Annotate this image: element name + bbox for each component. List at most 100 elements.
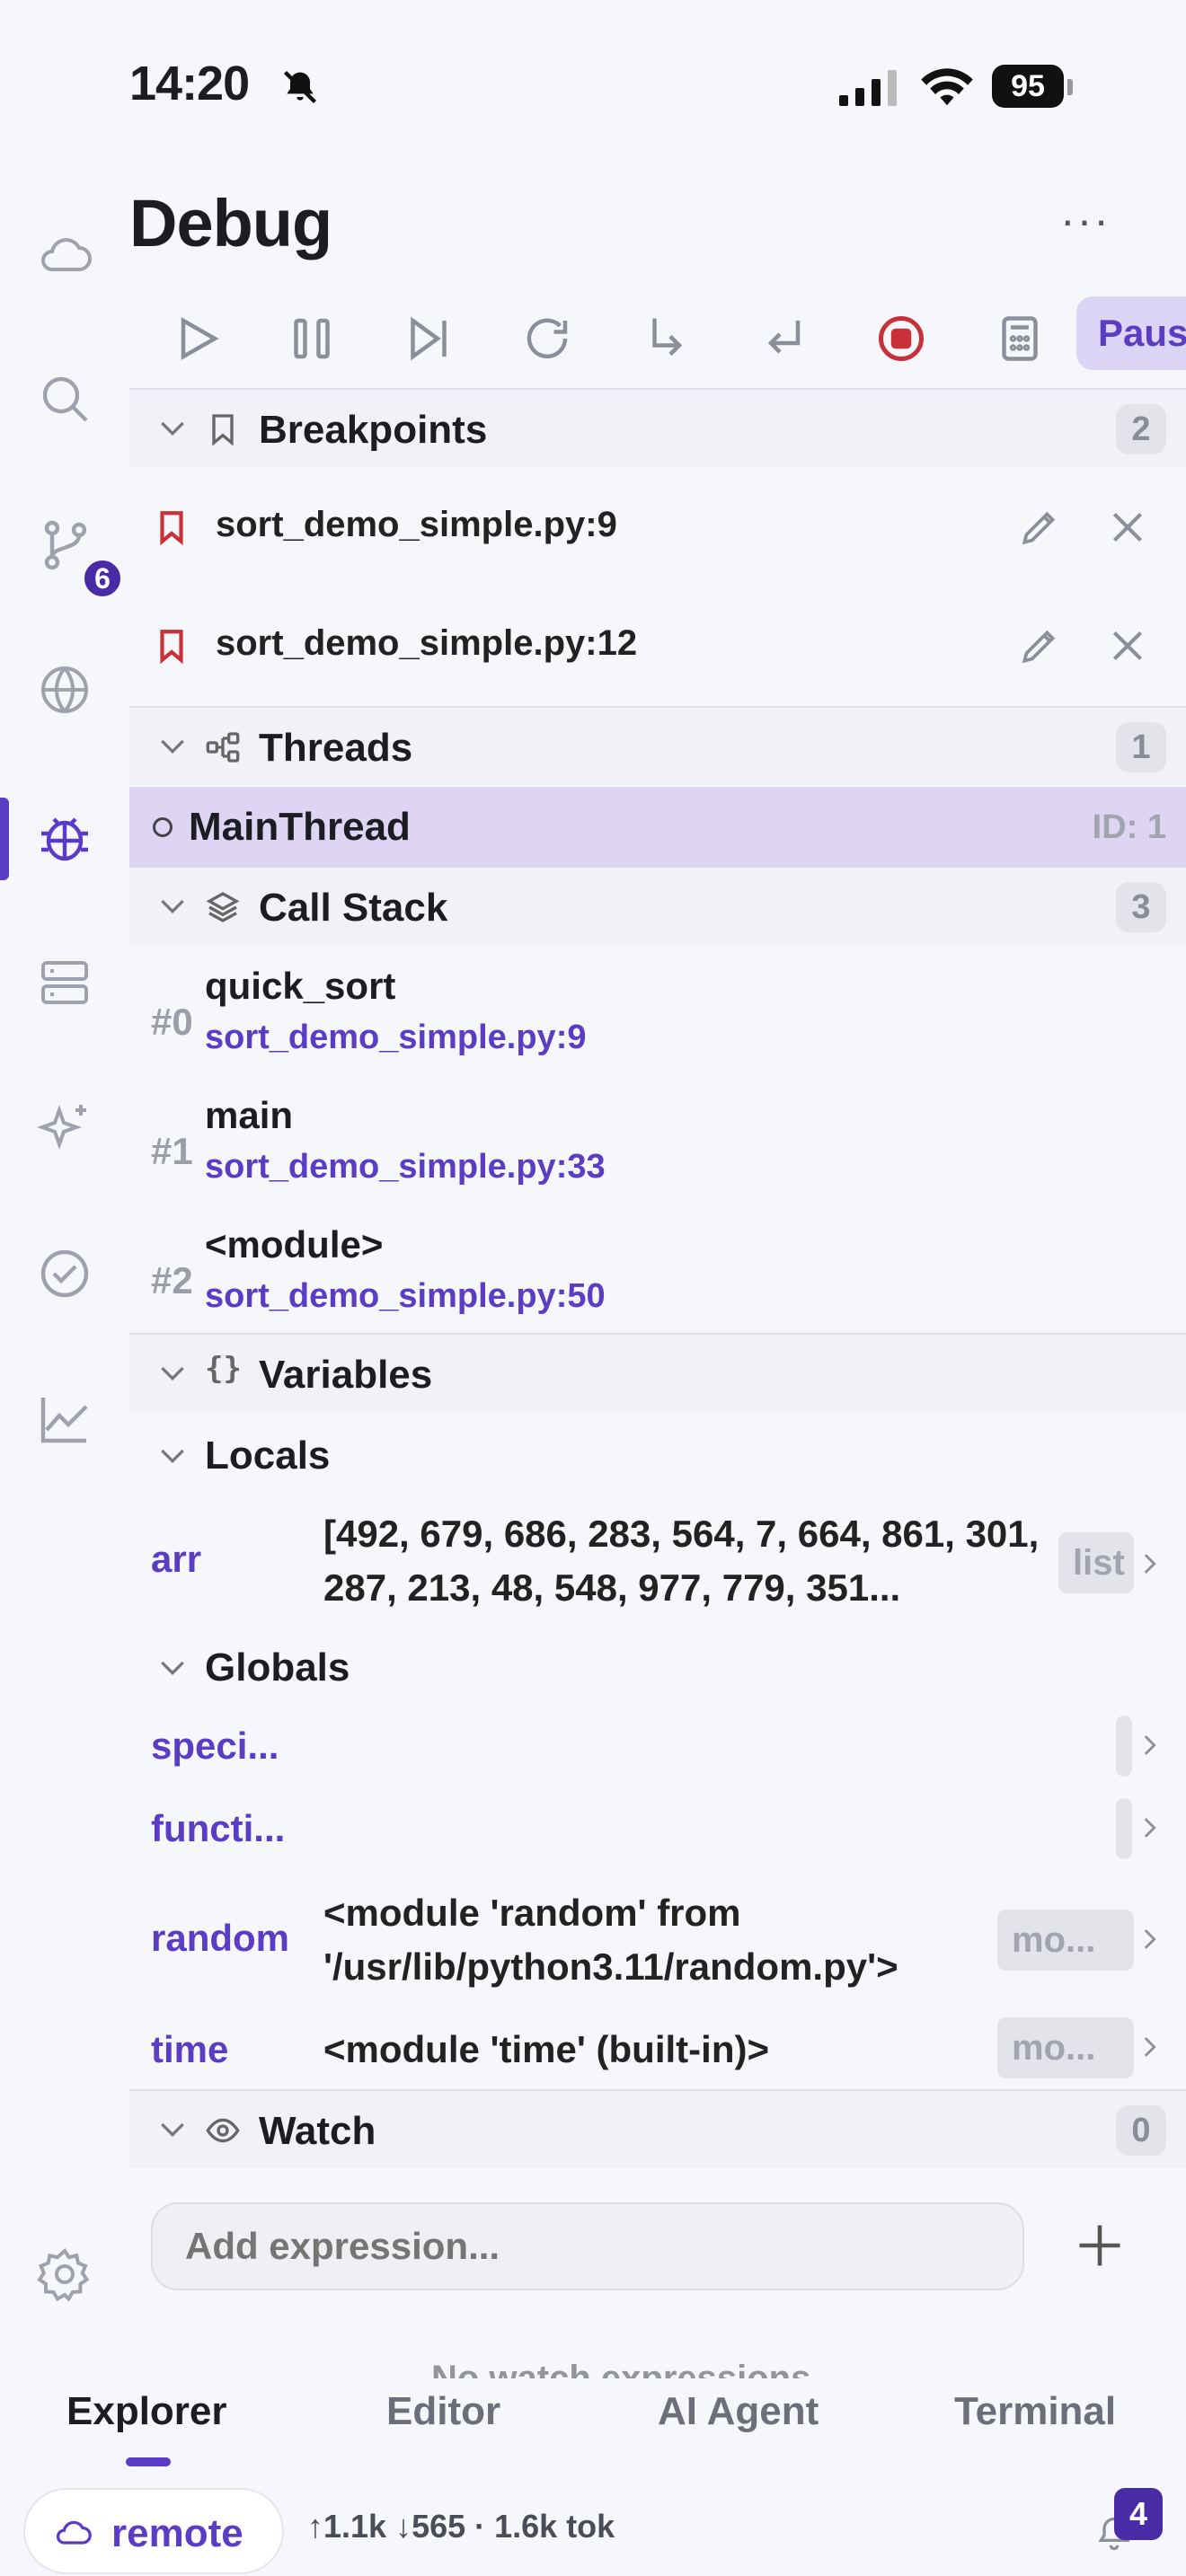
breakpoint-item[interactable]: sort_demo_simple.py:9 [129, 469, 1186, 586]
frame-location[interactable]: sort_demo_simple.py:50 [205, 1277, 606, 1316]
battery-tip [1067, 79, 1073, 95]
call-stack-title: Call Stack [259, 886, 448, 930]
add-icon[interactable] [1073, 2219, 1127, 2272]
ai-sparkle-icon[interactable] [32, 1096, 97, 1160]
rail-active-indicator [0, 798, 9, 880]
panel-title: Debug [129, 186, 332, 260]
frame-function: <module> [205, 1223, 384, 1266]
chevron-down-icon [161, 1661, 184, 1676]
variable-name: speci... [151, 1725, 279, 1767]
thread-item[interactable]: MainThread ID: 1 [129, 787, 1186, 868]
settings-gear-icon[interactable] [32, 2242, 97, 2307]
variable-row[interactable]: functi... [129, 1795, 1186, 1866]
variable-value: <module 'random' from '/usr/lib/python3.… [323, 1892, 898, 1988]
breakpoints-header[interactable]: Breakpoints 2 [129, 390, 1186, 467]
tab-editor[interactable]: Editor [386, 2389, 500, 2434]
server-icon[interactable] [32, 950, 97, 1015]
variable-type: list [1058, 1532, 1134, 1593]
thread-name: MainThread [189, 805, 411, 849]
search-icon[interactable] [32, 366, 97, 431]
token-usage: ↑1.1k ↓565 · 1.6k tok [307, 2508, 615, 2545]
restart-icon[interactable] [518, 309, 577, 368]
tab-explorer[interactable]: Explorer [66, 2389, 227, 2434]
continue-icon[interactable] [167, 309, 226, 368]
threads-header[interactable]: Threads 1 [129, 708, 1186, 785]
threads-network-icon [206, 732, 240, 763]
frame-location[interactable]: sort_demo_simple.py:9 [205, 1019, 586, 1057]
debug-icon[interactable] [32, 805, 97, 869]
breakpoints-title: Breakpoints [259, 408, 488, 452]
watch-count: 0 [1116, 2105, 1166, 2156]
chevron-down-icon [161, 2122, 184, 2138]
debug-toolbar: Pause [129, 289, 1186, 388]
globe-icon[interactable] [32, 657, 97, 722]
more-options-button[interactable]: ··· [1060, 194, 1111, 246]
tab-ai-agent[interactable]: AI Agent [658, 2389, 819, 2434]
chevron-down-icon [161, 421, 184, 437]
variable-row[interactable]: speci... [129, 1712, 1186, 1784]
variable-type: mo... [997, 1910, 1134, 1971]
chevron-right-icon[interactable] [1134, 1924, 1164, 1954]
chevron-right-icon[interactable] [1134, 1548, 1164, 1579]
watch-header[interactable]: Watch 0 [129, 2091, 1186, 2168]
edit-pencil-icon[interactable] [1017, 505, 1062, 550]
variables-header[interactable]: {} Variables [129, 1335, 1186, 1412]
eye-icon [206, 2118, 240, 2143]
globals-header[interactable]: Globals [129, 1628, 1186, 1705]
tab-terminal[interactable]: Terminal [954, 2389, 1116, 2434]
remote-label: remote [111, 2511, 243, 2555]
frame-function: quick_sort [205, 965, 396, 1007]
breakpoint-item[interactable]: sort_demo_simple.py:12 [129, 587, 1186, 704]
variable-type [1116, 1716, 1132, 1777]
variable-type [1116, 1798, 1132, 1859]
scm-badge: 6 [81, 557, 124, 600]
pause-button[interactable]: Pause [1076, 296, 1186, 370]
step-into-icon[interactable] [636, 309, 695, 368]
step-over-icon[interactable] [399, 309, 458, 368]
add-expression-input[interactable] [151, 2202, 1024, 2290]
thread-id: ID: 1 [1092, 808, 1166, 846]
chevron-down-icon [161, 1449, 184, 1464]
locals-header[interactable]: Locals [129, 1416, 1186, 1493]
globals-title: Globals [205, 1645, 350, 1689]
variable-name: random [151, 1917, 290, 1959]
frame-location[interactable]: sort_demo_simple.py:33 [205, 1148, 606, 1187]
frame-function: main [205, 1094, 294, 1136]
pause-icon[interactable] [282, 309, 341, 368]
variable-row[interactable]: random <module 'random' from '/usr/lib/p… [129, 1881, 1186, 1998]
chevron-right-icon[interactable] [1134, 1730, 1164, 1760]
tasks-check-icon[interactable] [32, 1241, 97, 1306]
layers-icon [206, 892, 240, 922]
stack-frame[interactable]: #2 <module> sort_demo_simple.py:50 [129, 1220, 1186, 1349]
scrolled-hint: No watch expressions [431, 2359, 811, 2378]
call-stack-header[interactable]: Call Stack 3 [129, 868, 1186, 945]
variable-name: arr [151, 1538, 202, 1580]
remote-connection-chip[interactable]: remote [23, 2488, 284, 2574]
edit-pencil-icon[interactable] [1017, 623, 1062, 668]
chevron-right-icon[interactable] [1134, 2032, 1164, 2062]
step-out-icon[interactable] [755, 309, 814, 368]
cloud-icon[interactable] [32, 223, 97, 287]
chevron-right-icon[interactable] [1134, 1813, 1164, 1843]
breakpoint-location: sort_demo_simple.py:12 [216, 623, 638, 663]
active-tab-indicator [126, 2457, 171, 2466]
close-icon[interactable] [1105, 505, 1150, 550]
stats-chart-icon[interactable] [32, 1387, 97, 1451]
stop-icon[interactable] [872, 309, 931, 368]
threads-title: Threads [259, 726, 413, 770]
close-icon[interactable] [1105, 623, 1150, 668]
threads-count: 1 [1116, 722, 1166, 772]
variable-type: mo... [997, 2017, 1134, 2078]
variable-row[interactable]: arr [492, 679, 686, 283, 564, 7, 664, 86… [129, 1505, 1186, 1622]
breakpoints-count: 2 [1116, 404, 1166, 454]
stack-frame[interactable]: #1 main sort_demo_simple.py:33 [129, 1090, 1186, 1220]
variables-title: Variables [259, 1353, 433, 1397]
chevron-down-icon [161, 1366, 184, 1381]
watch-title: Watch [259, 2109, 376, 2153]
breakpoint-location: sort_demo_simple.py:9 [216, 505, 617, 544]
status-time: 14:20 [129, 57, 250, 110]
variable-row[interactable]: time <module 'time' (built-in)> mo... [129, 2010, 1186, 2089]
stack-frame[interactable]: #0 quick_sort sort_demo_simple.py:9 [129, 961, 1186, 1090]
breakpoint-bookmark-icon [160, 630, 183, 665]
evaluate-calculator-icon[interactable] [990, 309, 1049, 368]
